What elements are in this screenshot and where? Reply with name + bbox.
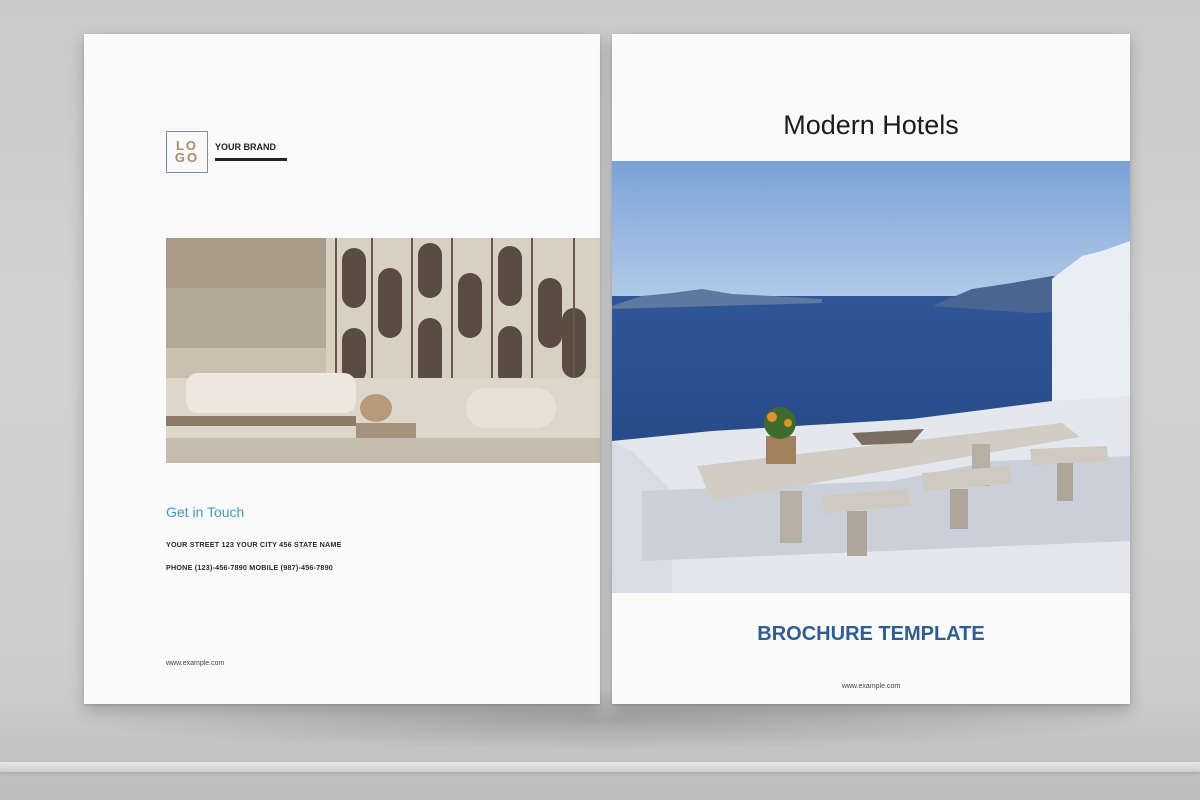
address-line: YOUR STREET 123 YOUR CITY 456 STATE NAME [166, 540, 342, 549]
phone-line: PHONE (123)-456-7890 MOBILE (987)-456-78… [166, 563, 333, 572]
front-website: www.example.com [841, 683, 901, 690]
shelf-ledge [0, 762, 1200, 772]
back-cover-page: LOGO YOUR BRAND Get in Touch YOUR STREET… [84, 34, 600, 704]
back-website: www.example.com [166, 660, 225, 667]
cover-title: Modern Hotels [783, 110, 959, 140]
interior-photo [166, 238, 600, 463]
brand-underline [215, 158, 287, 161]
logo-text: LOGO [174, 138, 200, 165]
contact-title: Get in Touch [166, 504, 245, 520]
logo-placeholder: LOGO [166, 131, 208, 173]
brand-name: YOUR BRAND [215, 142, 277, 152]
front-cover-page: Modern Hotels BROCHURE TEMPLATE www.exam… [612, 34, 1130, 704]
cover-subtitle: BROCHURE TEMPLATE [757, 623, 985, 645]
sea-view-photo [612, 161, 1130, 593]
